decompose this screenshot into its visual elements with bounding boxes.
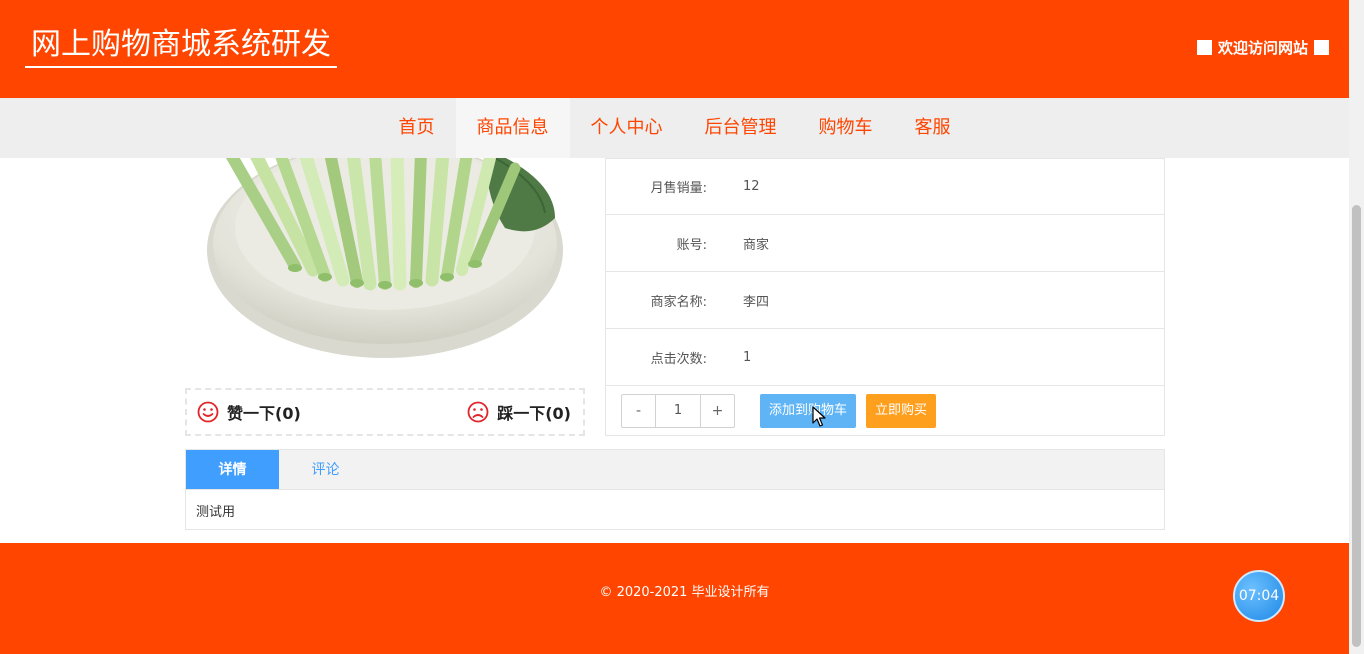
info-row-account: 账号: 商家 — [605, 215, 1165, 272]
dislike-label: 踩一下(0) — [497, 404, 571, 423]
quantity-increase-button[interactable]: + — [701, 395, 734, 427]
info-label: 账号: — [676, 237, 707, 253]
info-value: 12 — [743, 179, 760, 194]
like-label: 赞一下(0) — [227, 404, 301, 423]
page: 网上购物商城系统研发 欢迎访问网站 首页 商品信息 个人中心 后台管理 购物车 … — [0, 0, 1364, 654]
nav-item-profile[interactable]: 个人中心 — [570, 98, 684, 158]
bok-choy-photo-icon — [207, 158, 563, 358]
info-label: 商家名称: — [650, 294, 707, 310]
nav-item-cart[interactable]: 购物车 — [798, 98, 894, 158]
info-row-merchant-name: 商家名称: 李四 — [605, 272, 1165, 329]
floating-clock-widget[interactable]: 07:04 — [1233, 570, 1285, 622]
add-to-cart-button[interactable]: 添加到购物车 — [760, 393, 857, 428]
quantity-decrease-button[interactable]: - — [622, 395, 655, 427]
quantity-stepper: - 1 + — [621, 393, 735, 428]
info-label: 月售销量: — [650, 181, 707, 196]
footer: © 2020-2021 毕业设计所有 — [0, 543, 1349, 654]
info-label: 点击次数: — [650, 351, 707, 367]
info-value: 1 — [743, 349, 752, 365]
info-value: 李四 — [743, 294, 770, 310]
welcome-banner: 欢迎访问网站 — [1196, 37, 1329, 58]
nav-item-products[interactable]: 商品信息 — [455, 98, 570, 158]
smile-icon — [197, 401, 219, 423]
tab-details[interactable]: 详情 — [186, 450, 279, 489]
mouse-cursor-icon — [812, 406, 826, 427]
copyright-text: © 2020-2021 毕业设计所有 — [599, 585, 770, 600]
welcome-text: 欢迎访问网站 — [1217, 39, 1308, 57]
tab-comments[interactable]: 评论 — [279, 450, 372, 489]
buy-now-button[interactable]: 立即购买 — [866, 393, 937, 428]
scrollbar-thumb[interactable] — [1352, 205, 1361, 647]
nav-item-home[interactable]: 首页 — [378, 98, 456, 158]
tab-bar: 详情 评论 — [186, 450, 1164, 490]
vote-box: 赞一下(0) 踩一下(0) — [185, 388, 585, 436]
info-row-monthly-sales: 月售销量: 12 — [605, 158, 1165, 215]
info-value: 商家 — [743, 237, 770, 253]
frown-icon — [467, 401, 489, 423]
dislike-button[interactable]: 踩一下(0) — [467, 400, 571, 424]
square-icon — [1196, 40, 1212, 55]
page-scrollbar[interactable] — [1349, 0, 1364, 654]
square-icon — [1314, 40, 1329, 55]
product-info-table: 月售销量: 12 账号: 商家 商家名称: 李四 点击次数: 1 - 1 + 添… — [605, 158, 1165, 436]
product-tabs: 详情 评论 测试用 — [185, 449, 1165, 530]
nav-item-admin[interactable]: 后台管理 — [684, 98, 798, 158]
header: 网上购物商城系统研发 欢迎访问网站 — [0, 0, 1349, 98]
nav-item-service[interactable]: 客服 — [894, 98, 972, 158]
like-button[interactable]: 赞一下(0) — [197, 400, 301, 424]
purchase-actions: - 1 + 添加到购物车 立即购买 — [605, 386, 1165, 436]
site-title[interactable]: 网上购物商城系统研发 — [25, 26, 337, 68]
quantity-input[interactable]: 1 — [655, 394, 701, 427]
tab-content: 测试用 — [196, 505, 236, 520]
info-row-click-count: 点击次数: 1 — [605, 329, 1165, 386]
main-nav: 首页 商品信息 个人中心 后台管理 购物车 客服 — [0, 98, 1349, 158]
product-image — [185, 158, 585, 386]
